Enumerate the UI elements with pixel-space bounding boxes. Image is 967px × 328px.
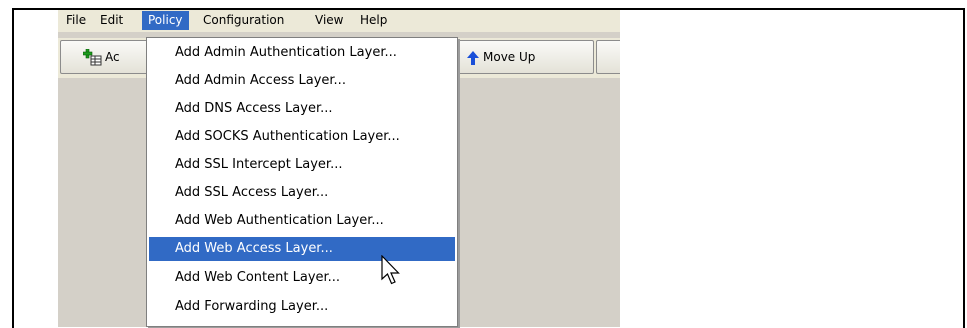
menu-add-web-content-layer[interactable]: Add Web Content Layer... xyxy=(149,266,455,290)
menu-configuration[interactable]: Configuration xyxy=(197,11,290,30)
menu-add-admin-authentication-layer[interactable]: Add Admin Authentication Layer... xyxy=(149,41,455,65)
menu-edit[interactable]: Edit xyxy=(94,11,129,30)
menu-policy[interactable]: Policy xyxy=(142,11,189,30)
menu-add-forwarding-layer[interactable]: Add Forwarding Layer... xyxy=(149,295,455,319)
menu-add-ssl-access-layer[interactable]: Add SSL Access Layer... xyxy=(149,181,455,205)
menu-add-admin-access-layer[interactable]: Add Admin Access Layer... xyxy=(149,69,455,93)
mouse-cursor-icon xyxy=(381,255,400,285)
policy-dropdown-menu: Add Admin Authentication Layer... Add Ad… xyxy=(146,37,458,327)
menu-bar: File Edit Policy Configuration View Help xyxy=(58,10,620,32)
toolbar-button-partial[interactable] xyxy=(596,40,620,74)
menu-add-web-authentication-layer[interactable]: Add Web Authentication Layer... xyxy=(149,209,455,233)
arrow-up-icon xyxy=(467,51,479,65)
menu-add-socks-authentication-layer[interactable]: Add SOCKS Authentication Layer... xyxy=(149,125,455,149)
move-up-label: Move Up xyxy=(483,50,536,64)
add-layer-icon xyxy=(83,49,102,66)
menu-view[interactable]: View xyxy=(309,11,349,30)
menu-file[interactable]: File xyxy=(60,11,92,30)
menu-add-web-access-layer[interactable]: Add Web Access Layer... xyxy=(149,237,455,261)
menu-add-dns-access-layer[interactable]: Add DNS Access Layer... xyxy=(149,97,455,121)
add-layer-label: Ac xyxy=(105,50,120,64)
menu-help[interactable]: Help xyxy=(354,11,393,30)
menu-add-ssl-intercept-layer[interactable]: Add SSL Intercept Layer... xyxy=(149,153,455,177)
move-up-button[interactable]: Move Up xyxy=(458,40,594,74)
